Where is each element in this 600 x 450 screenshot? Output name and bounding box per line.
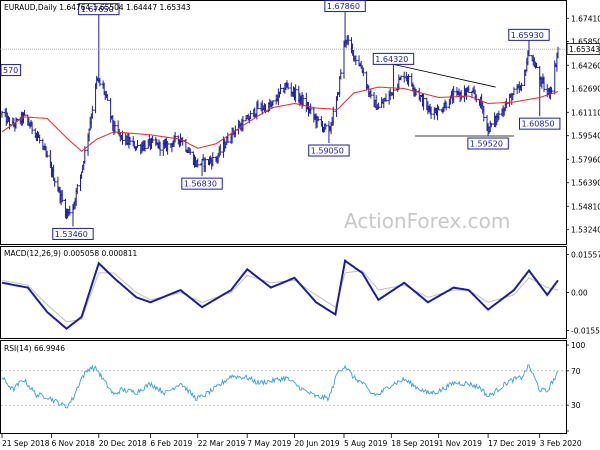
price-tick-label: 1.61110	[571, 108, 600, 117]
x-tick-label: 7 May 2019	[247, 439, 291, 448]
rsi-tick-label: 70	[571, 367, 581, 376]
rsi-line	[1, 364, 559, 409]
x-tick-label: 1 Nov 2019	[439, 439, 482, 448]
price-header: EURAUD,Daily 1.64764 1.65504 1.64447 1.6…	[4, 3, 191, 12]
price-tick-label: 1.54810	[571, 202, 600, 211]
price-tick-label: 1.53240	[571, 226, 600, 235]
price-tick-label: 1.57960	[571, 155, 600, 164]
price-labels: 1.676501.534601.568301.678601.590501.643…	[0, 0, 561, 240]
price-tick-label: 1.64260	[571, 61, 600, 70]
price-label-text: 1.56830	[184, 180, 217, 189]
x-tick-label: 20 Jun 2019	[295, 439, 340, 448]
price-tick-label: 1.59540	[571, 132, 600, 141]
x-tick-label: 6 Nov 2018	[51, 439, 94, 448]
x-tick-label: 21 Sep 2018	[2, 439, 50, 448]
watermark: ActionForex.com	[344, 209, 510, 233]
rsi-lines	[1, 364, 566, 409]
x-tick-label: 6 Feb 2019	[150, 439, 192, 448]
price-bars	[0, 11, 560, 227]
chart-svg: ActionForex.com 1.676501.534601.568301.6…	[0, 0, 600, 448]
price-label-text: 1.60850	[522, 120, 555, 129]
macd-header: MACD(12,26,9) 0.005058 0.000811	[4, 249, 138, 258]
x-axis: 21 Sep 2018 6 Nov 2018 20 Dec 2018 6 Feb 20…	[1, 434, 582, 448]
price-label-text: 1.64320	[375, 55, 408, 64]
price-label-text: 1.59520	[470, 140, 503, 149]
current-price-label: 1.65343	[569, 45, 600, 54]
x-tick-label: 18 Sep 2019	[391, 439, 439, 448]
rsi-header: RSI(14) 66.9946	[4, 344, 65, 353]
price-label-text: 1.67860	[327, 2, 360, 11]
x-tick-label: 5 Aug 2019	[344, 439, 387, 448]
macd-tick-label: -0.015569	[571, 327, 600, 336]
price-pane-frame	[0, 0, 567, 245]
price-tick-label: 1.67410	[571, 14, 600, 23]
chart-root: ActionForex.com 1.67650 1.53460 1.56830 1.6…	[0, 0, 600, 450]
rsi-tick-label: 30	[571, 401, 581, 410]
macd-tick-label: 0.00	[571, 289, 588, 298]
macd-axis: 0.015574 0.00 -0.015569	[566, 250, 600, 336]
rsi-axis: 100 70 30	[566, 341, 586, 432]
price-label-text: 1.65930	[511, 31, 544, 40]
price-label-text: 1.53460	[55, 230, 88, 239]
price-tick-label: 1.56390	[571, 179, 600, 188]
macd-line	[1, 258, 559, 331]
rsi-tick-label: 100	[571, 341, 586, 350]
macd-tick-label: 0.015574	[571, 250, 600, 259]
macd-lines	[1, 258, 559, 331]
x-tick-label: 20 Dec 2018	[99, 439, 147, 448]
macd-pane-frame	[0, 246, 567, 339]
x-tick-label: 3 Feb 2020	[540, 439, 582, 448]
price-label-text: 570	[3, 66, 18, 75]
x-tick-label: 22 Mar 2019	[198, 439, 246, 448]
x-tick-label: 17 Dec 2019	[488, 439, 536, 448]
rsi-pane-frame	[0, 340, 567, 434]
price-label-text: 1.59050	[311, 147, 344, 156]
price-tick-label: 1.62690	[571, 85, 600, 94]
